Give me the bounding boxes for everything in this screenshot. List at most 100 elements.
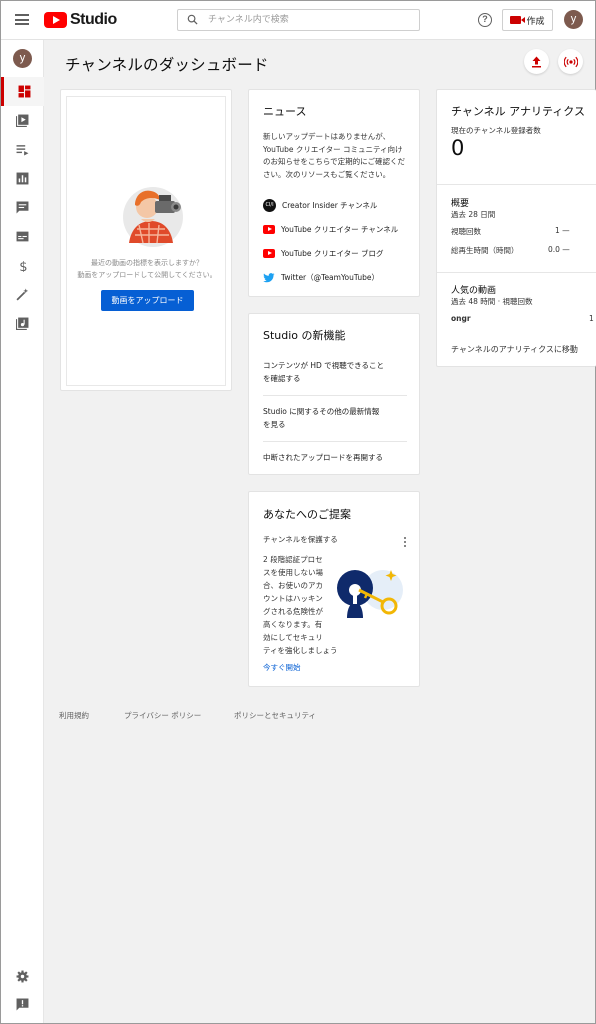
monetization-icon: $ <box>19 260 27 272</box>
logo-text: Studio <box>70 11 117 28</box>
summary-period: 過去 28 日間 <box>451 210 496 219</box>
news-link-creator-blog[interactable]: YouTube クリエイター ブログ <box>263 248 383 259</box>
analytics-icon <box>16 172 29 185</box>
channel-analytics-card: チャンネル アナリティクス 現在のチャンネル登録者数 0 概要 過去 28 日間… <box>436 89 596 367</box>
suggestion-line: ティを強化しましょう <box>263 646 338 655</box>
menu-icon[interactable] <box>15 14 29 25</box>
studio-card-title: Studio の新機能 <box>263 329 346 342</box>
sidebar-item-dashboard[interactable] <box>1 77 44 106</box>
upload-video-button[interactable]: 動画をアップロード <box>101 290 194 311</box>
playlists-icon <box>16 145 29 156</box>
upload-videos-button[interactable] <box>524 49 549 74</box>
suggestion-line: 効にしてセキュリ <box>263 633 323 642</box>
suggestion-line: スを使用しない場 <box>263 568 323 577</box>
studio-item-resume-upload[interactable]: 中断されたアップロードを再開する <box>263 452 407 465</box>
news-title: ニュース <box>263 105 307 118</box>
terms-link[interactable]: 利用規約 <box>59 710 89 721</box>
audio-library-icon <box>16 317 29 330</box>
top-videos-title: 人気の動画 <box>451 286 497 296</box>
sidebar-item-comments[interactable] <box>1 193 44 222</box>
start-now-link[interactable]: 今すぐ開始 <box>263 662 301 675</box>
views-label: 視聴回数 <box>451 227 481 236</box>
watch-time-value: 0.0 — <box>548 245 570 254</box>
kebab-menu-icon <box>404 537 406 547</box>
news-body-line: 新しいアップデートはありませんが、 <box>263 132 391 141</box>
privacy-link[interactable]: プライバシー ポリシー <box>124 710 201 721</box>
news-link-creator-insider[interactable]: CI/I Creator Insider チャンネル <box>263 199 377 212</box>
divider <box>263 395 407 396</box>
help-icon[interactable]: ? <box>478 13 492 27</box>
sidebar: y $ <box>1 40 44 1023</box>
top-video-views: 1 <box>589 314 594 323</box>
news-card: ニュース 新しいアップデートはありませんが、 YouTube クリエイター コミ… <box>248 89 420 297</box>
studio-item-line: 中断されたアップロードを再開する <box>263 453 383 462</box>
creator-insider-icon: CI/I <box>263 199 276 212</box>
views-value: 1 — <box>555 226 570 235</box>
upload-prompt-line1: 最近の動画の指標を表示しますか？ <box>91 259 203 267</box>
youtube-icon <box>263 249 275 258</box>
create-button[interactable]: 作成 <box>502 9 553 31</box>
more-options-icon[interactable] <box>401 535 409 547</box>
top-bar: Studio ? 作成 y <box>1 1 595 40</box>
search-icon[interactable] <box>187 14 198 25</box>
subscribers-label: 現在のチャンネル登録者数 <box>451 126 541 135</box>
studio-item-line: コンテンツが HD で視聴できること <box>263 361 385 370</box>
customization-icon <box>16 288 29 301</box>
sidebar-item-monetization[interactable]: $ <box>1 251 44 280</box>
subscribers-value: 0 <box>451 136 465 160</box>
suggestion-card: あなたへのご提案 チャンネルを保護する 2 段階認証プロセ スを使用しない場 合… <box>248 491 420 687</box>
suggestion-line: ウントはハッキン <box>263 594 323 603</box>
search-box[interactable] <box>177 9 420 31</box>
create-label: 作成 <box>526 16 545 27</box>
news-link-label: YouTube クリエイター チャンネル <box>281 225 399 234</box>
news-body-line: YouTube クリエイター コミュニティ向け <box>263 144 403 154</box>
summary-title: 概要 <box>451 199 470 209</box>
video-camera-icon <box>510 16 526 24</box>
go-live-button[interactable] <box>558 49 583 74</box>
sidebar-item-analytics[interactable] <box>1 164 44 193</box>
studio-item-updates[interactable]: Studio に関するその他の最新情報 を見る <box>263 406 407 431</box>
studio-item-hd[interactable]: コンテンツが HD で視聴できること を確認する <box>263 360 407 385</box>
studio-logo[interactable]: Studio <box>44 11 117 29</box>
watch-time-label: 総再生時間（時間） <box>451 246 519 255</box>
sidebar-item-audio-library[interactable] <box>1 309 44 338</box>
analytics-title: チャンネル アナリティクス <box>451 105 585 118</box>
studio-item-line: Studio に関するその他の最新情報 <box>263 407 380 416</box>
sidebar-item-playlists[interactable] <box>1 135 44 164</box>
feedback-icon[interactable] <box>16 998 29 1011</box>
news-link-twitter[interactable]: Twitter（@TeamYouTube） <box>263 272 379 283</box>
videos-icon <box>16 114 29 127</box>
account-avatar[interactable]: y <box>564 10 583 29</box>
suggestion-subtitle: チャンネルを保護する <box>263 535 338 544</box>
live-broadcast-icon <box>563 56 578 67</box>
top-video-title[interactable]: ongr <box>451 314 471 323</box>
news-link-label: YouTube クリエイター ブログ <box>281 249 384 258</box>
sidebar-item-videos[interactable] <box>1 106 44 135</box>
upload-placeholder: 最近の動画の指標を表示しますか？ 動画をアップロードして公開してください。 動画… <box>66 96 226 386</box>
subtitles-icon <box>16 231 29 242</box>
sidebar-item-subtitles[interactable] <box>1 222 44 251</box>
upload-prompt-line2: 動画をアップロードして公開してください。 <box>77 271 217 279</box>
policy-security-link[interactable]: ポリシーとセキュリティ <box>234 710 316 721</box>
photographer-illustration <box>123 187 183 247</box>
settings-icon[interactable] <box>16 970 29 983</box>
latest-video-card: 最近の動画の指標を表示しますか？ 動画をアップロードして公開してください。 動画… <box>60 89 232 391</box>
news-link-label: Creator Insider チャンネル <box>282 201 378 210</box>
go-to-analytics-link[interactable]: チャンネルのアナリティクスに移動 <box>451 344 578 355</box>
svg-text:$: $ <box>19 260 27 272</box>
page-title: チャンネルのダッシュボード <box>65 56 269 74</box>
top-videos-period: 過去 48 時間 · 視聴回数 <box>451 297 533 306</box>
search-input[interactable] <box>208 12 413 28</box>
youtube-logo-icon <box>44 12 67 28</box>
suggestion-body: 2 段階認証プロセ スを使用しない場 合、お使いのアカ ウントはハッキン グされ… <box>263 553 339 657</box>
suggestion-line: 合、お使いのアカ <box>263 581 323 590</box>
suggestion-title: あなたへのご提案 <box>263 508 351 521</box>
suggestion-line: グされる危険性が <box>263 607 323 616</box>
sidebar-item-customization[interactable] <box>1 280 44 309</box>
news-body-line: のお知らせをこちらで定期的にご確認くだ <box>263 157 405 166</box>
channel-avatar[interactable]: y <box>13 49 32 68</box>
suggestion-line: 高くなります。有 <box>263 620 323 629</box>
news-link-creator-channel[interactable]: YouTube クリエイター チャンネル <box>263 224 398 235</box>
divider <box>437 272 596 273</box>
key-security-illustration <box>337 570 403 618</box>
